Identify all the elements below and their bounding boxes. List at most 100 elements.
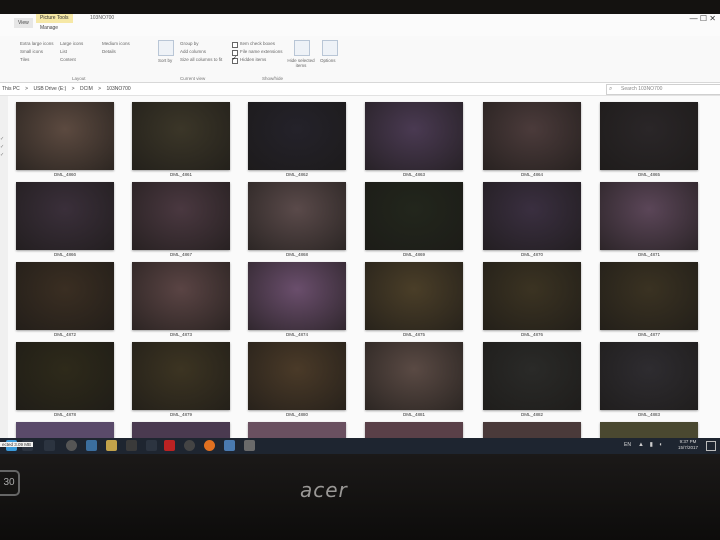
firefox-icon[interactable]: [204, 440, 215, 451]
file-thumbnail[interactable]: [248, 342, 346, 410]
file-name-label[interactable]: DML_4879: [132, 412, 230, 417]
taskbar-app-icon[interactable]: [126, 440, 137, 451]
system-tray-icons[interactable]: ▲ ▮ ◖: [638, 441, 664, 448]
file-thumbnail[interactable]: [483, 182, 581, 250]
file-thumbnail[interactable]: [483, 102, 581, 170]
file-thumbnail[interactable]: [16, 102, 114, 170]
file-thumbnail[interactable]: [365, 102, 463, 170]
layout-extra-large-icons[interactable]: Extra large icons: [20, 41, 54, 46]
file-thumbnail[interactable]: [365, 342, 463, 410]
layout-tiles[interactable]: Tiles: [20, 57, 29, 62]
layout-medium-icons[interactable]: Medium icons: [102, 41, 130, 46]
clock[interactable]: 9:37 PM 15/7/2017: [678, 439, 698, 451]
file-name-label[interactable]: DML_4860: [16, 172, 114, 177]
notification-icon[interactable]: [706, 441, 716, 451]
file-thumbnail[interactable]: [248, 262, 346, 330]
file-name-label[interactable]: DML_4866: [16, 252, 114, 257]
taskbar-app-icon[interactable]: [244, 440, 255, 451]
window-controls[interactable]: — ☐ ✕: [690, 14, 716, 23]
file-name-label[interactable]: DML_4864: [483, 172, 581, 177]
file-name-label[interactable]: DML_4882: [483, 412, 581, 417]
tab-manage[interactable]: Manage: [36, 23, 62, 33]
file-thumbnail[interactable]: [483, 262, 581, 330]
file-name-label[interactable]: DML_4872: [16, 332, 114, 337]
taskbar-app-icon[interactable]: [224, 440, 235, 451]
taskbar-app-icon[interactable]: [146, 440, 157, 451]
file-thumbnail[interactable]: [365, 262, 463, 330]
file-thumbnail[interactable]: [132, 262, 230, 330]
layout-content[interactable]: Content: [60, 57, 76, 62]
file-thumbnail[interactable]: [16, 262, 114, 330]
group-by-button[interactable]: Group by: [180, 41, 199, 46]
file-name-label[interactable]: DML_4871: [600, 252, 698, 257]
crumb-dcim[interactable]: DCIM: [80, 86, 93, 92]
tab-view[interactable]: View: [14, 18, 33, 28]
screen: Picture Tools 103NO700 View Manage — ☐ ✕…: [0, 14, 720, 454]
file-thumbnail[interactable]: [483, 342, 581, 410]
options-button[interactable]: Options: [320, 58, 336, 63]
file-thumbnail-partial[interactable]: [600, 422, 698, 438]
file-name-label[interactable]: DML_4862: [248, 172, 346, 177]
file-thumbnail-partial[interactable]: [365, 422, 463, 438]
file-thumbnail[interactable]: [248, 182, 346, 250]
file-thumbnail[interactable]: [600, 182, 698, 250]
file-name-label[interactable]: DML_4863: [365, 172, 463, 177]
file-name-label[interactable]: DML_4883: [600, 412, 698, 417]
file-name-label[interactable]: DML_4867: [132, 252, 230, 257]
file-thumbnail-partial[interactable]: [132, 422, 230, 438]
add-columns-button[interactable]: Add columns: [180, 49, 206, 54]
layout-small-icons[interactable]: Small icons: [20, 49, 43, 54]
file-thumbnail-partial[interactable]: [16, 422, 114, 438]
taskbar-app-icon[interactable]: [164, 440, 175, 451]
file-thumbnail[interactable]: [248, 102, 346, 170]
file-name-label[interactable]: DML_4877: [600, 332, 698, 337]
layout-details[interactable]: Details: [102, 49, 116, 54]
file-name-label[interactable]: DML_4870: [483, 252, 581, 257]
sort-by-button[interactable]: Sort by: [158, 58, 172, 63]
file-explorer-icon[interactable]: [106, 440, 117, 451]
file-name-label[interactable]: DML_4865: [600, 172, 698, 177]
file-name-label[interactable]: DML_4861: [132, 172, 230, 177]
search-icon: ⌕: [609, 86, 613, 92]
language-indicator[interactable]: EN: [624, 442, 631, 448]
file-name-label[interactable]: DML_4878: [16, 412, 114, 417]
breadcrumb[interactable]: This PC > USB Drive (E:) > DCIM > 103NO7…: [2, 86, 135, 92]
hide-selected-button[interactable]: Hide selected items: [286, 58, 316, 68]
file-thumbnail[interactable]: [600, 102, 698, 170]
taskbar-app-icon[interactable]: [86, 440, 97, 451]
crumb-folder[interactable]: 103NO700: [106, 86, 130, 92]
group-label-current-view: Current view: [180, 76, 206, 81]
layout-list[interactable]: List: [60, 49, 67, 54]
hidden-items-label: Hidden items: [240, 57, 267, 62]
hidden-items-checkbox[interactable]: [232, 55, 238, 64]
taskbar-app-icon[interactable]: [44, 440, 55, 451]
file-thumbnail[interactable]: [365, 182, 463, 250]
layout-large-icons[interactable]: Large icons: [60, 41, 83, 46]
file-thumbnail[interactable]: [600, 262, 698, 330]
tab-picture-tools[interactable]: Picture Tools: [36, 14, 73, 23]
file-thumbnail-partial[interactable]: [483, 422, 581, 438]
file-name-label[interactable]: DML_4880: [248, 412, 346, 417]
taskbar-app-icon[interactable]: [66, 440, 77, 451]
item-check-boxes-checkbox[interactable]: [232, 42, 238, 48]
file-thumbnail[interactable]: [132, 182, 230, 250]
file-thumbnail[interactable]: [132, 102, 230, 170]
file-name-label[interactable]: DML_4869: [365, 252, 463, 257]
file-name-label[interactable]: DML_4875: [365, 332, 463, 337]
file-name-label[interactable]: DML_4873: [132, 332, 230, 337]
file-name-label[interactable]: DML_4874: [248, 332, 346, 337]
size-columns-button[interactable]: Size all columns to fit: [180, 57, 222, 62]
crumb-this-pc[interactable]: This PC: [2, 86, 20, 92]
crumb-usb-drive[interactable]: USB Drive (E:): [33, 86, 66, 92]
chrome-icon[interactable]: [184, 440, 195, 451]
file-name-label[interactable]: DML_4881: [365, 412, 463, 417]
file-thumbnail[interactable]: [16, 182, 114, 250]
file-thumbnail[interactable]: [132, 342, 230, 410]
file-thumbnail[interactable]: [600, 342, 698, 410]
file-thumbnail[interactable]: [16, 342, 114, 410]
navigation-pane[interactable]: ✓ ✓ ✓: [0, 96, 8, 438]
file-name-label[interactable]: DML_4868: [248, 252, 346, 257]
file-thumbnail-partial[interactable]: [248, 422, 346, 438]
file-name-label[interactable]: DML_4876: [483, 332, 581, 337]
search-input[interactable]: ⌕ Search 103NO700: [606, 84, 720, 95]
